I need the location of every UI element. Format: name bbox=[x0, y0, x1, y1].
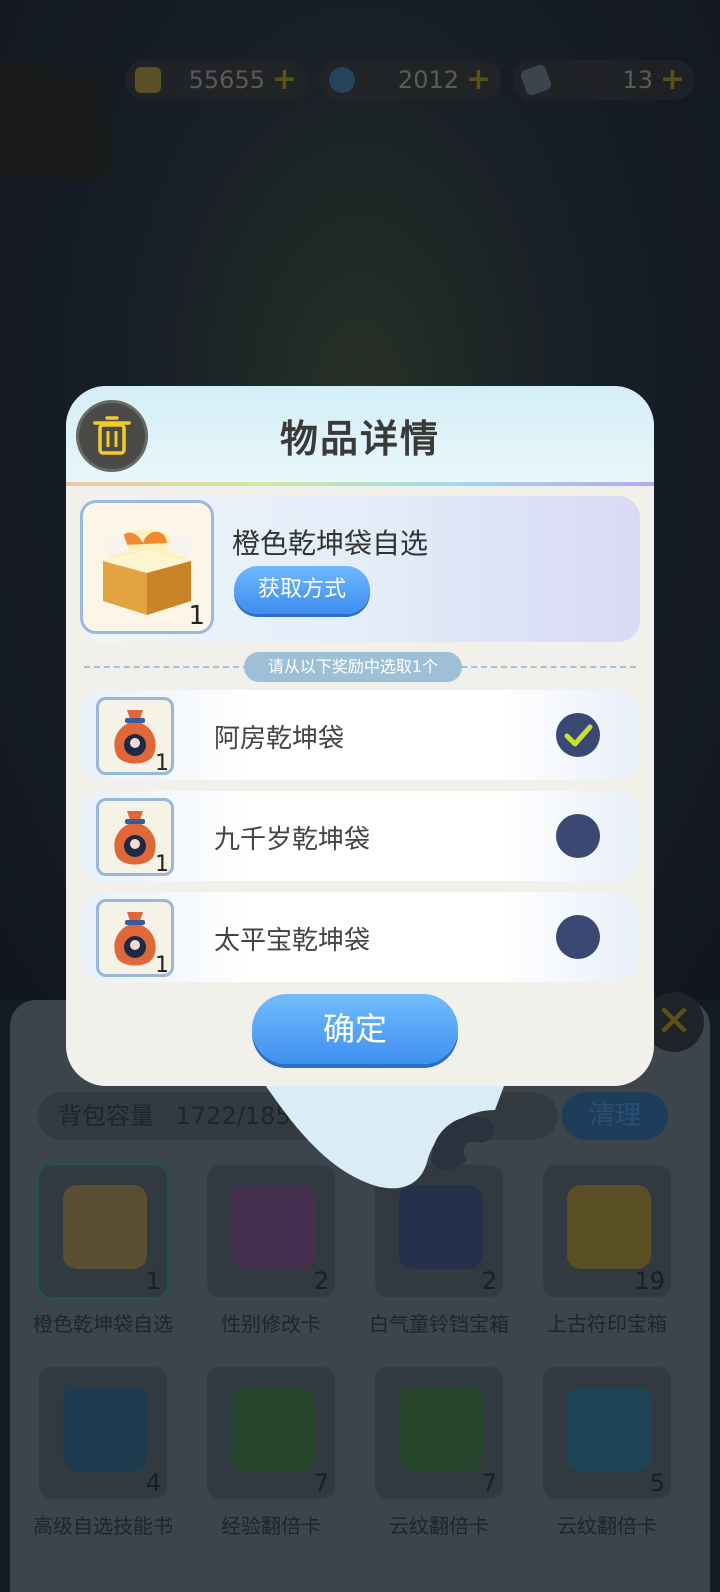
dialog-tail-decoration bbox=[255, 1070, 510, 1189]
choose-hint: 请从以下奖励中选取1个 bbox=[244, 652, 462, 682]
obtain-method-button[interactable]: 获取方式 bbox=[234, 566, 370, 614]
reward-name: 太平宝乾坤袋 bbox=[214, 926, 371, 956]
choose-hint-row: 请从以下奖励中选取1个 bbox=[84, 652, 636, 682]
reward-name: 九千岁乾坤袋 bbox=[214, 825, 371, 855]
radio-button[interactable] bbox=[556, 915, 600, 959]
reward-count: 1 bbox=[155, 751, 169, 776]
item-thumbnail: 1 bbox=[80, 500, 214, 634]
reward-thumbnail: 1 bbox=[96, 798, 174, 877]
reward-thumbnail: 1 bbox=[96, 899, 174, 978]
reward-name: 阿房乾坤袋 bbox=[214, 724, 345, 754]
reward-option[interactable]: 1 九千岁乾坤袋 bbox=[80, 791, 640, 881]
reward-option[interactable]: 1 阿房乾坤袋 bbox=[80, 690, 640, 780]
reward-count: 1 bbox=[155, 852, 169, 877]
confirm-button[interactable]: 确定 bbox=[252, 994, 458, 1064]
item-summary-card: 1 橙色乾坤袋自选 获取方式 bbox=[80, 496, 640, 642]
reward-thumbnail: 1 bbox=[96, 697, 174, 776]
item-name: 橙色乾坤袋自选 bbox=[232, 527, 429, 560]
item-detail-dialog: 物品详情 1 橙色乾坤袋自选 获取方式 请从以下奖励中选取1个 1 阿房乾坤袋 … bbox=[66, 386, 654, 1086]
check-icon[interactable] bbox=[556, 713, 600, 757]
dialog-title: 物品详情 bbox=[279, 417, 440, 461]
reward-count: 1 bbox=[155, 953, 169, 978]
reward-option[interactable]: 1 太平宝乾坤袋 bbox=[80, 892, 640, 982]
divider bbox=[66, 482, 654, 486]
item-count: 1 bbox=[188, 601, 205, 631]
radio-button[interactable] bbox=[556, 814, 600, 858]
